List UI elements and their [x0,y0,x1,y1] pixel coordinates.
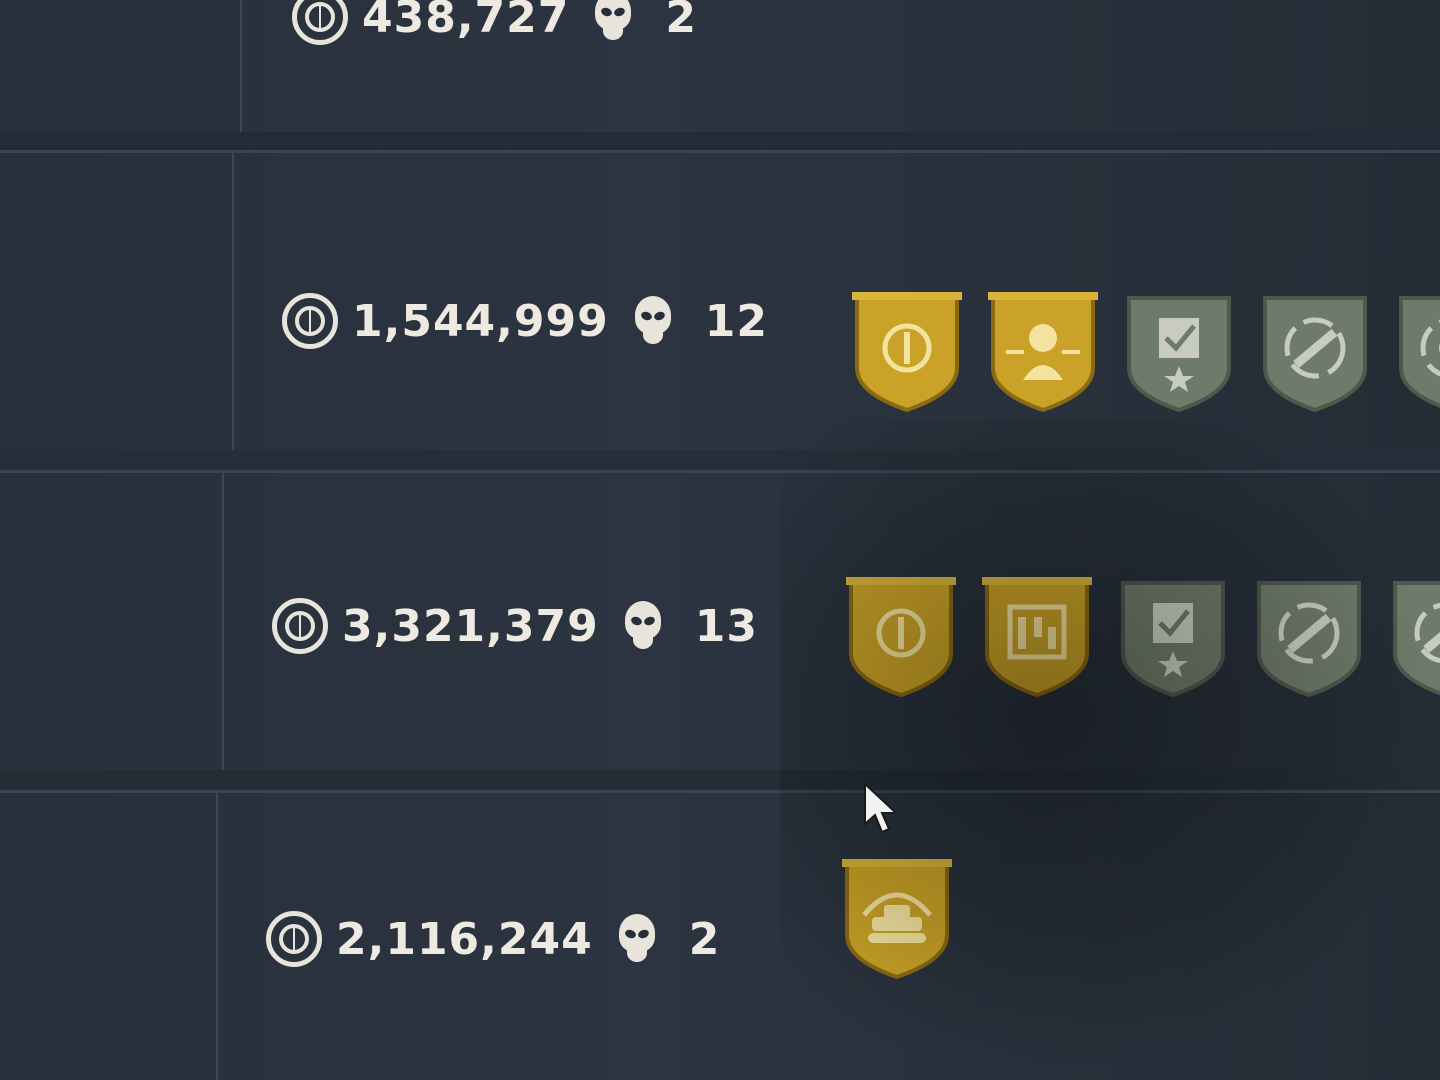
score-row: 3,321,379 13 [0,470,1440,770]
row-stats: 1,544,999 12 [282,293,768,349]
skull-icon [593,0,633,42]
row-divider [232,153,234,450]
score-row: 2,116,244 2 [0,790,1440,1080]
row-divider [240,0,242,132]
gray-repair-medal-icon[interactable] [1390,573,1440,698]
credits-icon [282,293,338,349]
gray-checklist-medal-icon[interactable] [1118,573,1228,698]
gray-checklist-medal-icon[interactable] [1124,288,1234,413]
row-stats: 3,321,379 13 [272,598,758,654]
row-stats: 2,116,244 2 [266,911,720,967]
gold-credits-medal-icon[interactable] [846,573,956,698]
row-divider [216,793,218,1080]
medal-list [842,855,952,980]
score-row: 438,727 2 [0,0,1440,132]
credits-value: 1,544,999 [352,295,609,347]
medal-list [852,288,1440,413]
skull-icon [617,914,657,964]
kills-value: 2 [665,0,698,43]
kills-value: 13 [694,600,758,652]
credits-value: 438,727 [362,0,570,43]
medal-list [846,573,1440,698]
score-row: 1,544,999 12 [0,150,1440,450]
gold-credits-medal-icon[interactable] [852,288,962,413]
gold-building-medal-icon[interactable] [982,573,1092,698]
gray-repair-medal-icon[interactable] [1254,573,1364,698]
credits-icon [272,598,328,654]
credits-icon [266,911,322,967]
credits-value: 2,116,244 [336,913,593,965]
gray-repair-medal-icon[interactable] [1260,288,1370,413]
credits-value: 3,321,379 [342,600,599,652]
row-divider [222,473,224,770]
gold-soldier-medal-icon[interactable] [988,288,1098,413]
kills-value: 2 [688,913,721,965]
row-stats: 438,727 2 [292,0,697,45]
mouse-cursor-icon [862,781,902,840]
screen: 438,727 2 1,544,999 12 3,321,379 13 2,11… [0,0,1440,1080]
skull-icon [623,601,663,651]
kills-value: 12 [704,295,768,347]
gold-tank-medal-icon[interactable] [842,855,952,980]
skull-icon [633,296,673,346]
credits-icon [292,0,348,45]
gray-target-medal-icon[interactable] [1396,288,1440,413]
